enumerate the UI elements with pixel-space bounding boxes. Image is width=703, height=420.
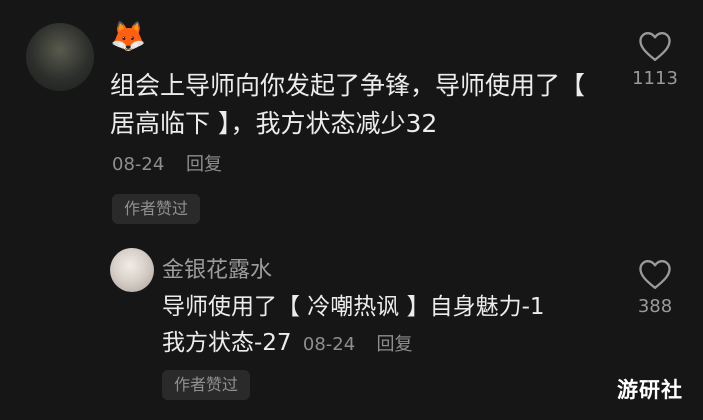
reply-text-line1: 导师使用了【 冷嘲热讽 】自身魅力-1 (162, 294, 545, 320)
commenter-avatar[interactable] (26, 23, 94, 91)
reply-text: 导师使用了【 冷嘲热讽 】自身魅力-1 我方状态-27 08-24 回复 (162, 289, 622, 363)
reply-author-liked-badge: 作者赞过 (162, 370, 251, 400)
heart-icon (639, 260, 671, 289)
comment-meta: 08-24 回复 (112, 150, 222, 176)
fox-emoji-icon: 🦊 (110, 19, 147, 53)
reply-reply-button[interactable]: 回复 (377, 334, 413, 355)
watermark-logo: 游研社 (617, 378, 683, 402)
reply-username[interactable]: 金银花露水 (162, 252, 272, 284)
reply-date: 08-24 (302, 334, 356, 355)
comment-like-button[interactable]: 1113 (620, 30, 690, 89)
reply-like-button[interactable]: 388 (620, 258, 690, 317)
comment-reply-button[interactable]: 回复 (186, 150, 222, 176)
reply-text-line2-row: 我方状态-27 08-24 回复 (162, 325, 622, 363)
comment-like-count: 1113 (632, 68, 678, 89)
comment-date: 08-24 (112, 154, 165, 175)
comment-text: 组会上导师向你发起了争锋，导师使用了【 居高临下 】，我方状态减少32 (110, 71, 586, 138)
author-liked-badge: 作者赞过 (112, 194, 201, 224)
reply-avatar[interactable] (110, 248, 154, 292)
reply-like-count: 388 (637, 296, 673, 317)
heart-icon (639, 32, 671, 61)
reply-text-line2: 我方状态-27 (162, 330, 292, 356)
